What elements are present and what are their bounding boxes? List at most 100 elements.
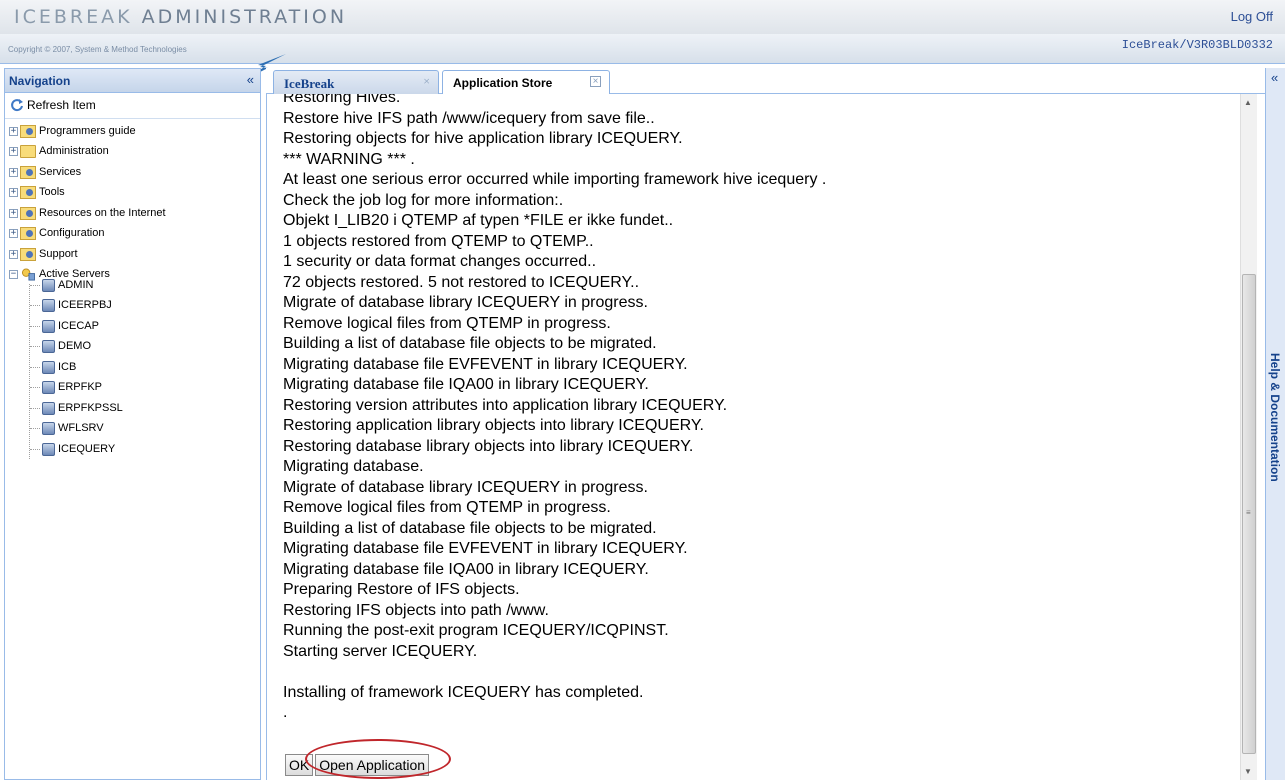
server-icon <box>42 319 55 333</box>
log-line: Migrate of database library ICEQUERY in … <box>283 294 648 311</box>
tree-item-label: Tools <box>39 186 65 198</box>
scroll-down-icon[interactable]: ▼ <box>1244 767 1252 776</box>
tab-icebreak[interactable]: IceBreak × <box>273 70 439 94</box>
navigation-title: Navigation <box>9 74 71 88</box>
tree-item-support[interactable]: + Support <box>9 244 78 264</box>
scrollbar-thumb[interactable]: ≡ <box>1242 274 1256 754</box>
log-line: Remove logical files from QTEMP in progr… <box>283 499 611 516</box>
log-line: Restoring application library objects in… <box>283 417 704 434</box>
tree-item-label: Administration <box>39 145 109 157</box>
server-item-demo[interactable]: DEMO <box>30 336 91 356</box>
tree-item-tools[interactable]: + Tools <box>9 182 65 202</box>
log-line: Migrating database. <box>283 458 424 475</box>
application-store-content: Restoring Hives. Restore hive IFS path /w… <box>266 94 1257 780</box>
server-icon <box>42 278 55 292</box>
server-item-icecap[interactable]: ICECAP <box>30 316 99 336</box>
log-line: Objekt I_LIB20 i QTEMP af typen *FILE er… <box>283 212 674 229</box>
folder-tools-icon <box>20 124 36 138</box>
tab-label: IceBreak <box>284 76 335 91</box>
log-line: 72 objects restored. 5 not restored to I… <box>283 273 640 291</box>
tree-item-administration[interactable]: + Administration <box>9 141 109 161</box>
log-spacer <box>283 662 1233 683</box>
server-label: ICECAP <box>58 320 99 332</box>
action-buttons: OK Open Application <box>285 754 430 776</box>
log-trailing-dot: . <box>283 704 288 721</box>
refresh-item-label: Refresh Item <box>27 98 96 112</box>
help-documentation-label: Help & Documentation <box>1268 353 1282 482</box>
server-item-admin[interactable]: ADMIN <box>30 275 93 295</box>
server-icon <box>42 360 55 374</box>
tab-label: Application Store <box>453 76 553 90</box>
folder-tools-icon <box>20 185 36 199</box>
expand-icon[interactable]: + <box>9 146 18 156</box>
log-line: Migrating database file IQA00 in library… <box>283 560 649 578</box>
expand-icon[interactable]: + <box>9 228 18 238</box>
server-item-erpfkp[interactable]: ERPFKP <box>30 377 102 397</box>
expand-icon[interactable]: + <box>9 187 18 197</box>
collapse-navigation-icon[interactable]: « <box>247 72 254 87</box>
expand-icon[interactable]: + <box>9 167 18 177</box>
log-line: Building a list of database file objects… <box>283 519 657 537</box>
server-item-icequery[interactable]: ICEQUERY <box>30 439 115 459</box>
log-line: Building a list of database file objects… <box>283 335 657 352</box>
server-item-wflsrv[interactable]: WFLSRV <box>30 418 104 438</box>
logoff-link[interactable]: Log Off <box>1231 9 1273 24</box>
log-line: Migrating database file EVFEVENT in libr… <box>283 540 688 557</box>
version-label: IceBreak/V3R03BLD0332 <box>1121 38 1273 52</box>
refresh-icon <box>11 99 23 112</box>
install-completed-message: Installing of framework ICEQUERY has com… <box>283 683 644 701</box>
server-label: ICEQUERY <box>58 443 116 455</box>
tree-connector <box>30 346 40 347</box>
help-panel[interactable]: « Help & Documentation <box>1265 68 1285 780</box>
expand-icon[interactable]: + <box>9 249 18 259</box>
copyright-text: Copyright © 2007, System & Method Techno… <box>8 45 187 54</box>
log-line: Restoring version attributes into applic… <box>283 396 728 414</box>
app-title: ICEBREAK ADMINISTRATION <box>14 6 347 28</box>
server-item-erpfkpssl[interactable]: ERPFKPSSL <box>30 398 123 418</box>
tree-connector <box>30 387 40 388</box>
tree-item-configuration[interactable]: + Configuration <box>9 223 104 243</box>
close-tab-icon[interactable]: × <box>590 76 601 87</box>
ok-button[interactable]: OK <box>285 754 314 776</box>
tree-connector <box>30 367 40 368</box>
server-label: ERPFKPSSL <box>58 402 123 414</box>
scroll-grip-icon: ≡ <box>1246 508 1251 517</box>
folder-services-icon <box>20 247 36 261</box>
server-label: DEMO <box>58 340 91 352</box>
expand-icon[interactable]: + <box>9 126 18 136</box>
tree-connector <box>30 305 40 306</box>
tab-application-store[interactable]: Application Store × <box>442 70 610 95</box>
tree-item-programmers-guide[interactable]: + Programmers guide <box>9 121 136 141</box>
folder-services-icon <box>20 165 36 179</box>
log-line: Starting server ICEQUERY. <box>283 642 478 660</box>
tree-item-label: Services <box>39 166 82 178</box>
log-line: Restoring objects for hive application l… <box>283 130 683 147</box>
scroll-up-icon[interactable]: ▲ <box>1244 98 1252 107</box>
tree-item-resources-internet[interactable]: + Resources on the Internet <box>9 203 166 223</box>
app-title-strong: ADMINISTRATION <box>141 6 348 28</box>
tab-strip: IceBreak × Application Store × <box>266 68 1265 95</box>
collapse-icon[interactable]: − <box>9 269 18 279</box>
folder-tools-icon <box>20 206 36 220</box>
tree-item-services[interactable]: + Services <box>9 162 81 182</box>
content-scrollbar[interactable]: ▲ ≡ ▼ <box>1240 94 1257 780</box>
tree-item-label: Programmers guide <box>39 125 136 137</box>
server-label: ICEERPBJ <box>58 299 112 311</box>
expand-help-icon[interactable]: « <box>1271 70 1278 85</box>
refresh-item-button[interactable]: Refresh Item <box>10 98 96 112</box>
log-line: 1 security or data format changes occurr… <box>283 253 597 270</box>
log-line: Migrating database file IQA00 in library… <box>283 376 649 393</box>
server-icon <box>42 380 55 394</box>
install-log: Restoring Hives. Restore hive IFS path /w… <box>283 94 1233 723</box>
tree-item-label: Resources on the Internet <box>39 207 166 219</box>
tree-connector <box>30 408 40 409</box>
server-item-icb[interactable]: ICB <box>30 357 76 377</box>
server-item-iceerpbj[interactable]: ICEERPBJ <box>30 295 112 315</box>
open-application-button[interactable]: Open Application <box>315 754 430 776</box>
server-icon <box>42 421 55 435</box>
close-tab-icon[interactable]: × <box>423 74 430 89</box>
server-label: ICB <box>58 361 77 373</box>
navigation-header: Navigation « <box>5 69 260 93</box>
expand-icon[interactable]: + <box>9 208 18 218</box>
folder-icon <box>20 144 36 158</box>
